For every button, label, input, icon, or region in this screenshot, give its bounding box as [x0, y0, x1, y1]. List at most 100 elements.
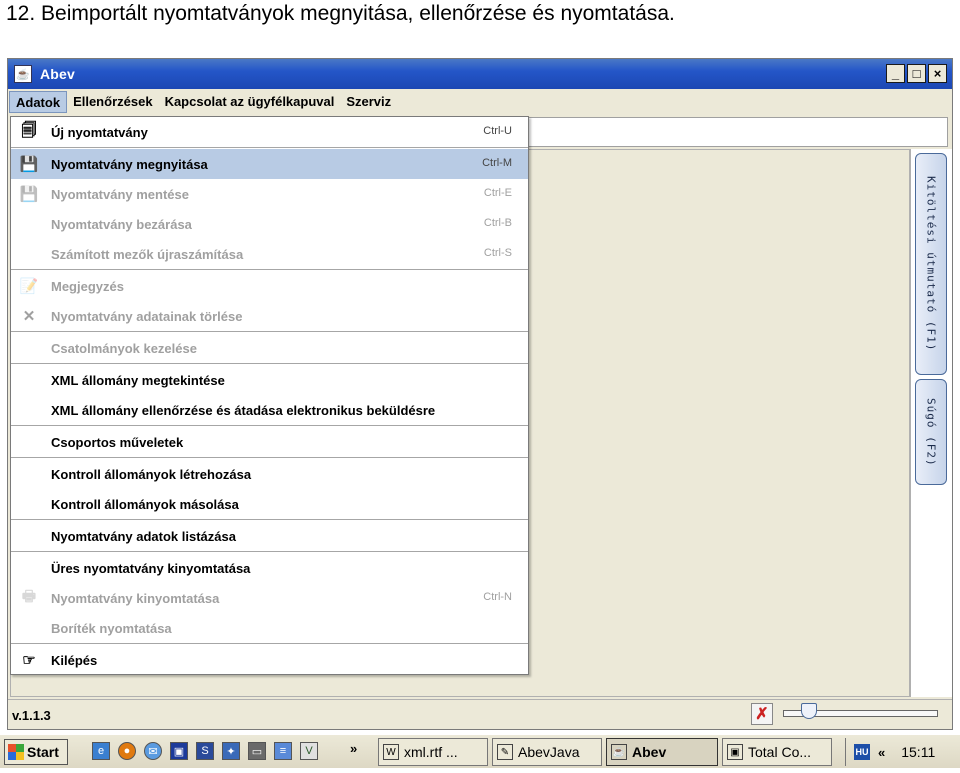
close-button[interactable]: ×	[928, 64, 947, 83]
menu-bar: Adatok Ellenőrzések Kapcsolat az ügyfélk…	[9, 90, 952, 114]
start-button[interactable]: Start	[4, 739, 68, 765]
task-label: xml.rtf ...	[404, 744, 458, 760]
menu-item-xml-megtekintese[interactable]: XML állomány megtekintése	[11, 365, 528, 395]
exit-hand-icon: ☞	[22, 652, 36, 669]
menu-ellenorzesek[interactable]: Ellenőrzések	[67, 91, 159, 113]
menu-item-label: XML állomány megtekintése	[51, 372, 225, 388]
taskbar: Start e ● ✉ ▣ S ✦ ▭ ≡ V » W xml.rtf ... …	[0, 734, 960, 768]
menu-item-label: Csatolmányok kezelése	[51, 340, 197, 356]
java-cup-icon: ☕	[14, 65, 32, 83]
tray-collapse-icon[interactable]: «	[878, 745, 885, 760]
tab-sugo[interactable]: Súgó (F2)	[915, 379, 947, 485]
menu-item-label: Kilépés	[51, 652, 98, 668]
printer-icon: 🖶	[21, 587, 37, 605]
menu-item-label: Új nyomtatvány	[51, 124, 148, 140]
menu-item-adatok-torlese[interactable]: ✕ Nyomtatvány adatainak törlése	[11, 301, 528, 331]
task-abev[interactable]: ☕ Abev	[606, 738, 718, 766]
menu-item-megjegyzes[interactable]: 📝 Megjegyzés	[11, 271, 528, 301]
task-label: AbevJava	[518, 744, 580, 760]
delete-x-icon: ✕	[22, 308, 36, 325]
adatok-dropdown-menu: 🗐 Új nyomtatvány Ctrl-U 💾 Nyomtatvány me…	[10, 116, 529, 675]
explorer-icon[interactable]: e	[92, 742, 110, 760]
minimize-button[interactable]: _	[886, 64, 905, 83]
menu-item-csoportos-muveletek[interactable]: Csoportos műveletek	[11, 427, 528, 457]
menu-item-shortcut: Ctrl-E	[483, 187, 512, 199]
menu-item-label: Kontroll állományok létrehozása	[51, 466, 252, 482]
menu-item-label: Üres nyomtatvány kinyomtatása	[51, 560, 251, 576]
calc-icon[interactable]: S	[196, 742, 214, 760]
menu-item-shortcut: Ctrl-S	[483, 247, 512, 259]
window-controls: _ □ ×	[886, 64, 947, 83]
edit-icon: ✎	[497, 744, 513, 760]
menu-item-kontroll-letrehozasa[interactable]: Kontroll állományok létrehozása	[11, 459, 528, 489]
menu-item-label: Kontroll állományok másolása	[51, 496, 239, 512]
open-form-icon: 💾	[19, 156, 39, 173]
menu-item-label: Számított mezők újraszámítása	[51, 246, 244, 262]
menu-szerviz[interactable]: Szerviz	[340, 91, 397, 113]
task-xml-rtf[interactable]: W xml.rtf ...	[378, 738, 488, 766]
system-tray: HU « 15:11	[845, 738, 957, 766]
menu-item-label: Megjegyzés	[51, 278, 124, 294]
task-label: Total Co...	[748, 744, 812, 760]
menu-item-szamitott-mezok[interactable]: Számított mezők újraszámítása Ctrl-S	[11, 239, 528, 269]
menu-item-nyomtatvany-megnyitasa[interactable]: 💾 Nyomtatvány megnyitása Ctrl-M	[11, 149, 528, 179]
blank-icon	[19, 244, 39, 264]
side-panel: Kitöltési útmutató (F1) Súgó (F2)	[910, 149, 952, 697]
menu-item-kontroll-masolasa[interactable]: Kontroll állományok másolása	[11, 489, 528, 519]
word-doc-icon: W	[383, 744, 399, 760]
menu-ugyfelkapu[interactable]: Kapcsolat az ügyfélkapuval	[159, 91, 341, 113]
menu-item-shortcut: Ctrl-B	[483, 217, 512, 229]
start-label: Start	[27, 744, 59, 760]
menu-item-label: Nyomtatvány bezárása	[51, 216, 192, 232]
maximize-button[interactable]: □	[907, 64, 926, 83]
notepad-icon[interactable]: ≡	[274, 742, 292, 760]
menu-item-label: Nyomtatvány adatok listázása	[51, 528, 236, 544]
network-icon[interactable]: ✦	[222, 742, 240, 760]
menu-item-ures-kinyomtatasa[interactable]: Üres nyomtatvány kinyomtatása	[11, 553, 528, 583]
toolbar-strip	[528, 117, 948, 147]
document-heading: 12. Beimportált nyomtatványok megnyitása…	[6, 2, 675, 25]
status-bar: v.1.1.3 ✗	[8, 699, 952, 729]
menu-item-nyomtatvany-mentese[interactable]: 💾 Nyomtatvány mentése Ctrl-E	[11, 179, 528, 209]
task-abevjava[interactable]: ✎ AbevJava	[492, 738, 602, 766]
menu-item-nyomtatvany-kinyomtatasa[interactable]: 🖶 Nyomtatvány kinyomtatása Ctrl-N	[11, 583, 528, 613]
menu-item-nyomtatvany-bezarasa[interactable]: Nyomtatvány bezárása Ctrl-B	[11, 209, 528, 239]
quicklaunch-more-icon[interactable]: »	[350, 741, 357, 756]
menu-item-xml-ellenorzese[interactable]: XML állomány ellenőrzése és átadása elek…	[11, 395, 528, 425]
blank-icon	[19, 558, 39, 578]
menu-item-shortcut: Ctrl-N	[483, 591, 512, 603]
blank-icon	[19, 464, 39, 484]
menu-item-label: Csoportos műveletek	[51, 434, 184, 450]
blank-icon	[19, 370, 39, 390]
java-cup-icon: ☕	[611, 744, 627, 760]
save-icon: 💾	[19, 186, 39, 203]
blank-icon	[19, 618, 39, 638]
title-bar[interactable]: ☕ Abev _ □ ×	[8, 59, 952, 89]
note-icon: 📝	[19, 278, 39, 295]
menu-item-boritek-nyomtatasa[interactable]: Boríték nyomtatása	[11, 613, 528, 643]
menu-item-adatok-listazasa[interactable]: Nyomtatvány adatok listázása	[11, 521, 528, 551]
menu-item-label: Nyomtatvány adatainak törlése	[51, 308, 243, 324]
thunderbird-icon[interactable]: ✉	[144, 742, 162, 760]
tab-kitoltesi-utmutato[interactable]: Kitöltési útmutató (F1)	[915, 153, 947, 375]
menu-item-label: Nyomtatvány megnyitása	[51, 156, 208, 172]
save-disk-icon[interactable]: ▣	[170, 742, 188, 760]
blank-icon	[19, 338, 39, 358]
menu-item-csatolmanyok[interactable]: Csatolmányok kezelése	[11, 333, 528, 363]
language-indicator[interactable]: HU	[854, 744, 870, 760]
menu-adatok[interactable]: Adatok	[9, 91, 68, 113]
task-total-commander[interactable]: ▣ Total Co...	[722, 738, 832, 766]
blank-icon	[19, 432, 39, 452]
connection-status-icon[interactable]: ✗	[751, 703, 773, 725]
blank-icon	[19, 494, 39, 514]
blank-icon	[19, 214, 39, 234]
window-app-icon[interactable]: ▭	[248, 742, 266, 760]
menu-item-uj-nyomtatvany[interactable]: 🗐 Új nyomtatvány Ctrl-U	[11, 117, 528, 147]
save-disk-icon: ▣	[727, 744, 743, 760]
task-label: Abev	[632, 744, 667, 760]
menu-item-kilepes[interactable]: ☞ Kilépés	[11, 645, 528, 675]
vi-icon[interactable]: V	[300, 742, 318, 760]
firefox-icon[interactable]: ●	[118, 742, 136, 760]
tab-kitoltesi-utmutato-label: Kitöltési útmutató (F1)	[924, 176, 938, 352]
clock: 15:11	[901, 744, 936, 760]
